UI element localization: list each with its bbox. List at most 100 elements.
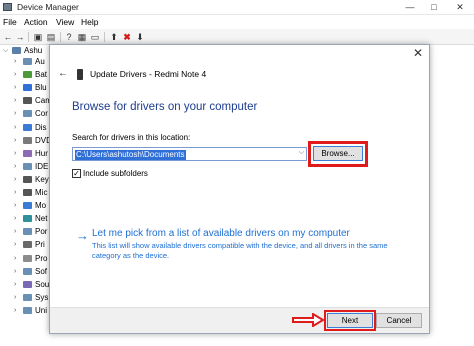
tree-item-label: Cor: [35, 109, 48, 119]
page-heading: Browse for drivers on your computer: [72, 101, 258, 113]
device-manager-icon: [3, 3, 12, 11]
forward-icon[interactable]: →: [15, 32, 25, 42]
tree-item-label: Dis: [35, 122, 47, 132]
tree-item-label: Hur: [35, 148, 48, 158]
include-subfolders-checkbox[interactable]: ✓: [72, 169, 81, 178]
menu-action[interactable]: Action: [24, 17, 48, 27]
chevron-right-icon[interactable]: ›: [14, 122, 16, 133]
computer-icon: [12, 47, 21, 54]
device-category-icon: [23, 110, 32, 118]
toolbar-separator: [104, 32, 105, 42]
device-category-icon: [23, 189, 32, 196]
tree-item-label: Uni: [35, 305, 48, 315]
device-category-icon: [23, 228, 32, 236]
minimize-button[interactable]: —: [399, 0, 421, 14]
device-category-icon: [23, 149, 32, 157]
download-icon[interactable]: ⬇: [135, 32, 145, 42]
pick-from-list-link[interactable]: Let me pick from a list of available dri…: [92, 228, 350, 239]
dialog-footer: Next Cancel: [50, 307, 429, 333]
toolbar: ← → ▣ ▤ ? ▦ ▭ ⬆ ✖ ⬇: [0, 29, 474, 45]
tree-item-label: Pro: [35, 253, 48, 263]
tree-item-label: Blu: [35, 83, 47, 93]
tree-item-label: Net: [35, 214, 48, 224]
toolbar-separator: [28, 32, 29, 42]
monitor-icon[interactable]: ▭: [90, 32, 100, 42]
cancel-button[interactable]: Cancel: [376, 313, 422, 328]
driver-path-input[interactable]: C:\Users\ashutosh\Documents ⌵: [72, 147, 307, 161]
back-arrow-icon[interactable]: ←: [58, 68, 68, 79]
menu-bar: File Action View Help: [0, 15, 474, 29]
tree-item-label: Sou: [35, 279, 50, 289]
device-category-icon: [23, 97, 32, 105]
device-category-icon: [23, 162, 32, 170]
device-category-icon: [23, 306, 32, 314]
tree-item-label: Key: [35, 174, 49, 184]
chevron-down-icon[interactable]: ⌵: [299, 149, 304, 157]
red-arrow-icon: [292, 313, 325, 327]
device-category-icon: [23, 84, 32, 92]
close-window-button[interactable]: ✕: [449, 0, 471, 14]
tree-item-label: IDE: [35, 161, 49, 171]
menu-file[interactable]: File: [3, 17, 17, 27]
device-category-icon: [23, 254, 32, 262]
chevron-down-icon[interactable]: ⌵: [3, 45, 8, 56]
dialog-close-button[interactable]: ✕: [413, 46, 423, 60]
tree-item-label: Pri: [35, 240, 45, 250]
device-category-icon: [23, 202, 32, 210]
chevron-right-icon[interactable]: ›: [14, 108, 16, 119]
device-category-icon: [23, 58, 32, 65]
tree-item-label: Au: [35, 57, 45, 66]
properties-icon[interactable]: ▣: [33, 32, 43, 42]
pick-from-list-description: This list will show available drivers co…: [92, 241, 388, 260]
chevron-right-icon[interactable]: ›: [14, 56, 16, 67]
tree-item-label: Mo: [35, 201, 47, 211]
back-icon[interactable]: ←: [3, 32, 13, 42]
dialog-top-bar: ✕: [50, 45, 429, 63]
include-subfolders-label: Include subfolders: [83, 169, 148, 178]
chevron-right-icon[interactable]: ›: [14, 226, 16, 237]
uninstall-icon[interactable]: ✖: [122, 32, 132, 42]
chevron-right-icon[interactable]: ›: [14, 213, 16, 224]
dialog-title: Update Drivers - Redmi Note 4: [90, 69, 207, 79]
chevron-right-icon[interactable]: ›: [14, 266, 16, 277]
chevron-right-icon[interactable]: ›: [14, 239, 16, 250]
chevron-right-icon[interactable]: ›: [14, 148, 16, 159]
menu-help[interactable]: Help: [81, 17, 98, 27]
driver-path-value: C:\Users\ashutosh\Documents: [75, 150, 186, 160]
browse-button[interactable]: Browse...: [313, 146, 363, 161]
update-driver-icon[interactable]: ⬆: [109, 32, 119, 42]
title-bar: Device Manager — □ ✕: [0, 0, 474, 15]
device-category-icon: [23, 215, 32, 223]
chevron-right-icon[interactable]: ›: [14, 200, 16, 211]
chevron-right-icon[interactable]: ›: [14, 292, 16, 303]
device-category-icon: [23, 123, 32, 131]
tree-item-label: Bat: [35, 70, 48, 80]
maximize-button[interactable]: □: [423, 0, 445, 14]
show-hide-icon[interactable]: ▤: [46, 32, 56, 42]
tree-item-label: Mic: [35, 188, 48, 197]
chevron-right-icon[interactable]: ›: [14, 161, 16, 172]
chevron-right-icon[interactable]: ›: [14, 305, 16, 316]
chevron-right-icon[interactable]: ›: [14, 69, 16, 80]
toolbar-separator: [60, 32, 61, 42]
chevron-right-icon[interactable]: ›: [14, 279, 16, 290]
tree-item-label: Por: [35, 227, 48, 237]
menu-view[interactable]: View: [56, 17, 74, 27]
device-category-icon: [23, 175, 32, 183]
arrow-right-icon[interactable]: →: [76, 228, 89, 243]
chevron-right-icon[interactable]: ›: [14, 253, 16, 264]
search-location-label: Search for drivers in this location:: [72, 133, 191, 142]
next-button[interactable]: Next: [327, 313, 373, 328]
chevron-right-icon[interactable]: ›: [14, 174, 16, 185]
help-icon[interactable]: ?: [64, 32, 74, 42]
tree-item-label: Sys: [35, 292, 49, 302]
device-category-icon: [23, 280, 32, 288]
tree-item-label: Sof: [35, 266, 48, 276]
chevron-right-icon[interactable]: ›: [14, 135, 16, 146]
chevron-right-icon[interactable]: ›: [14, 187, 16, 198]
window-title: Device Manager: [17, 2, 79, 12]
scan-icon[interactable]: ▦: [77, 32, 87, 42]
chevron-right-icon[interactable]: ›: [14, 95, 16, 106]
device-category-icon: [23, 267, 32, 275]
chevron-right-icon[interactable]: ›: [14, 82, 16, 93]
